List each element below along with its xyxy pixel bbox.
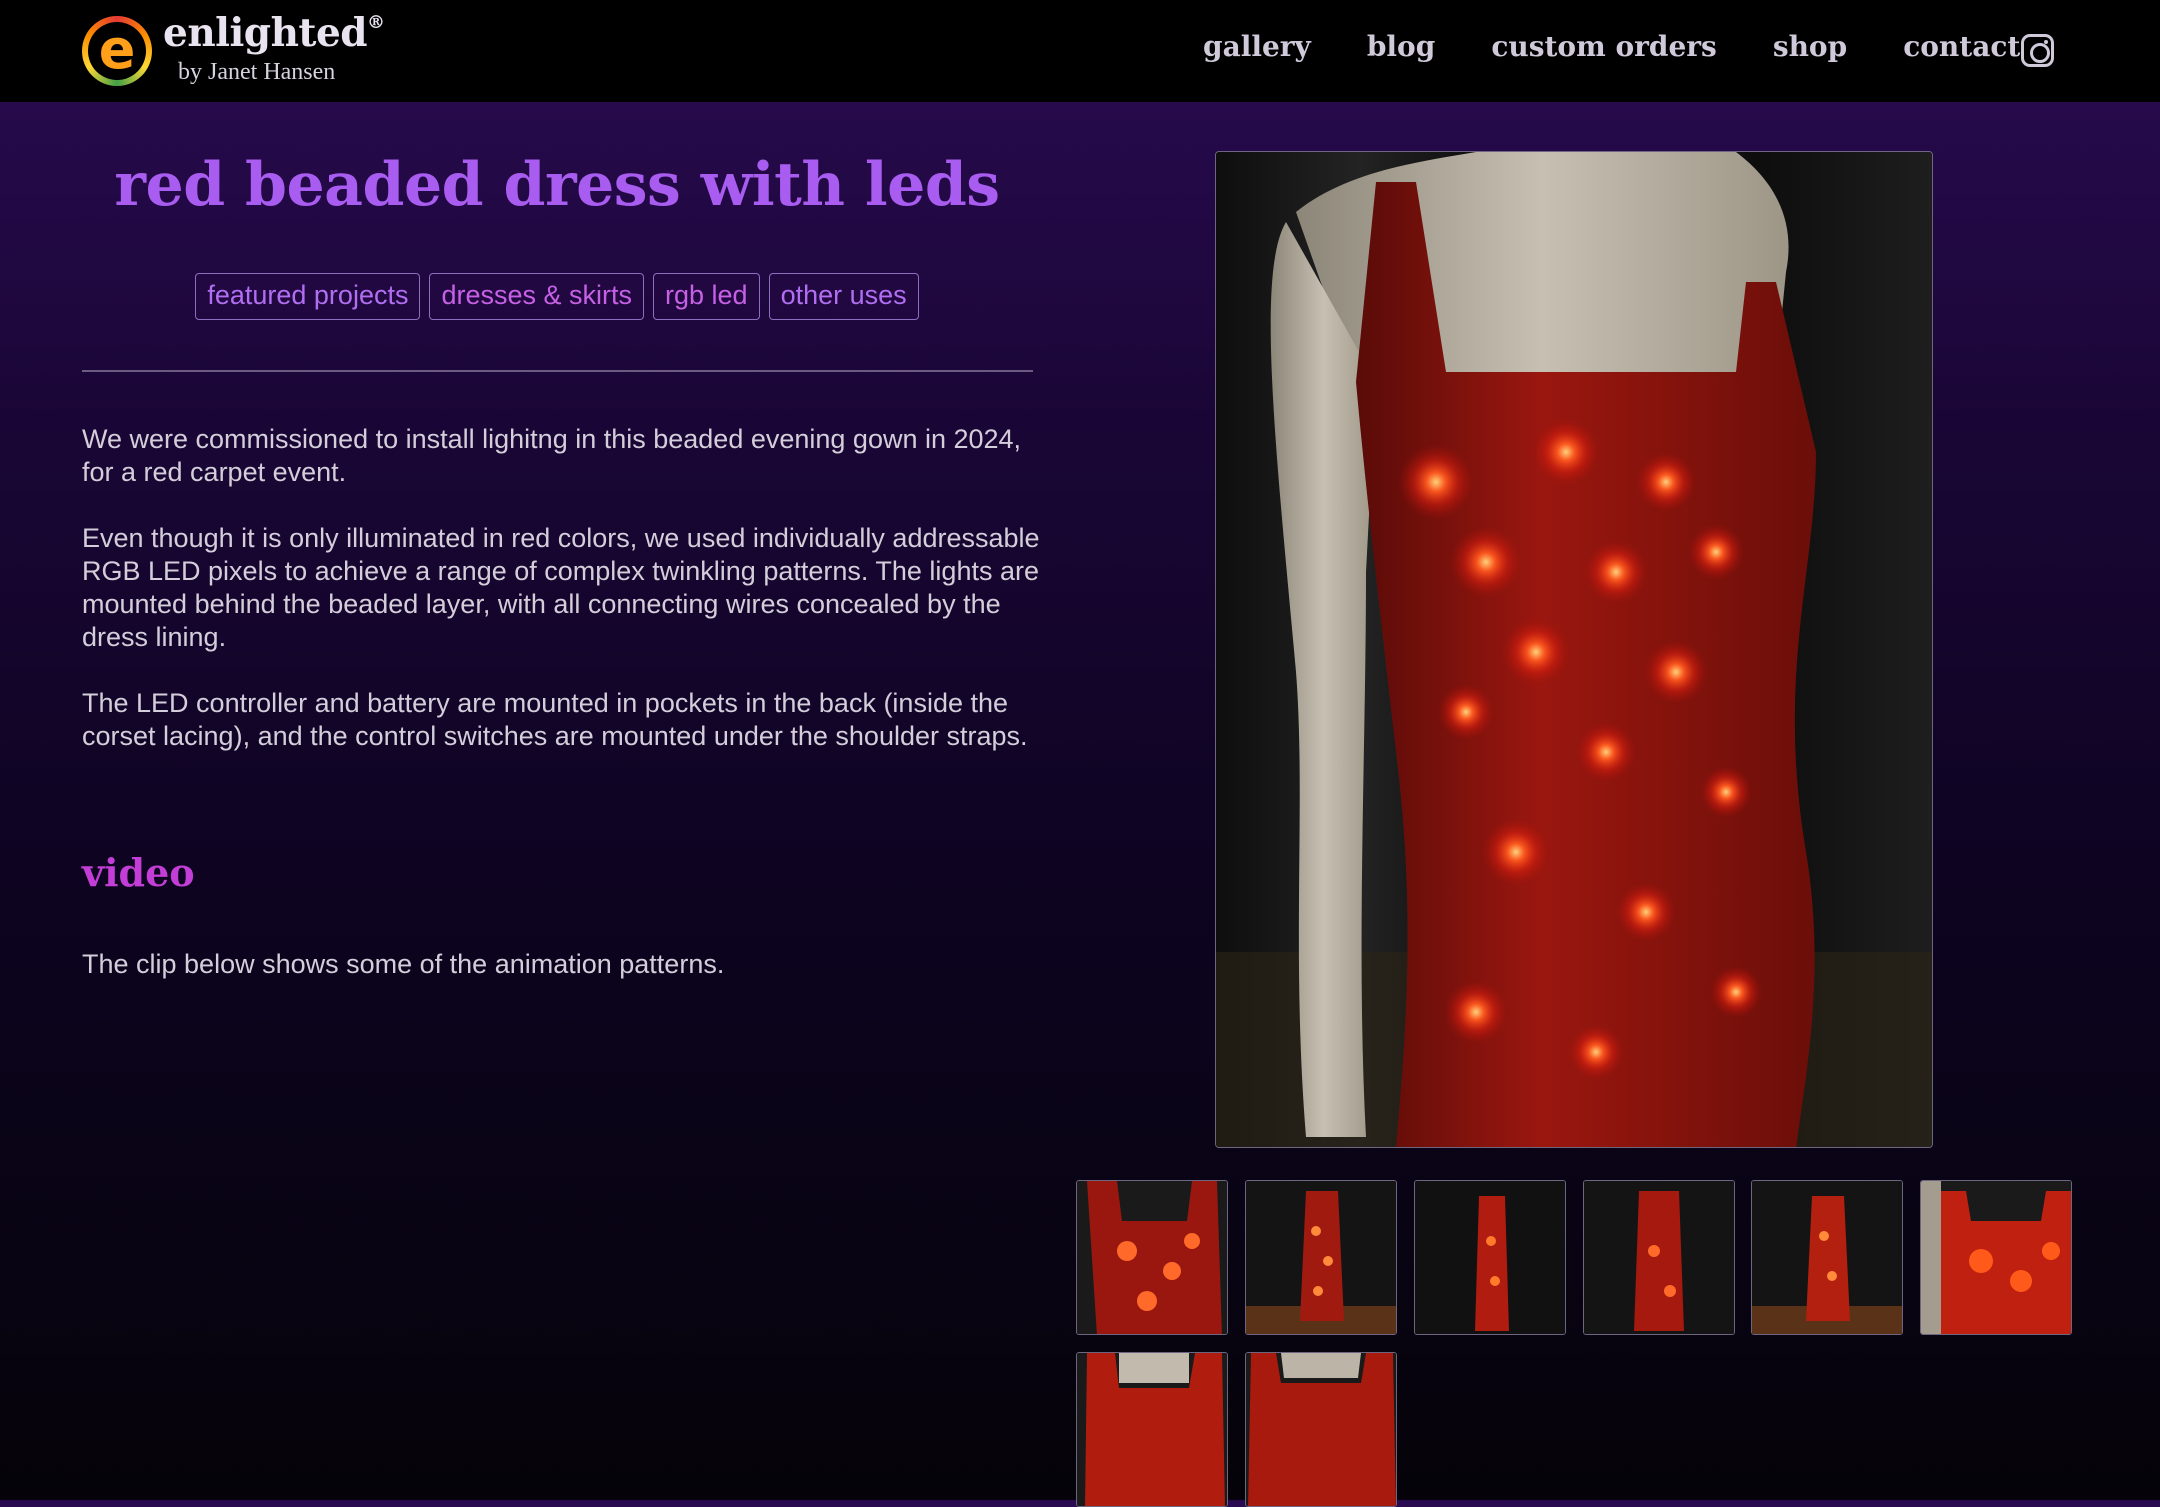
nav-gallery[interactable]: gallery <box>1203 30 1311 63</box>
tag-dresses-skirts[interactable]: dresses & skirts <box>429 273 645 320</box>
logo-letter: e <box>98 18 136 81</box>
registered-mark: ® <box>367 12 385 33</box>
description-paragraph-2: Even though it is only illuminated in re… <box>82 523 1040 652</box>
thumbnail[interactable] <box>1245 1352 1397 1507</box>
main-photo[interactable] <box>1215 151 1933 1148</box>
dress-thumb-3 <box>1415 1181 1565 1334</box>
nav-contact[interactable]: contact <box>1903 30 2020 63</box>
brand-text: enlighted <box>163 10 368 56</box>
site-header: e enlighted® by Janet Hansen gallery blo… <box>0 0 2160 102</box>
thumbnail[interactable] <box>1245 1180 1397 1335</box>
tag-list: featured projects dresses & skirts rgb l… <box>82 273 1032 320</box>
instagram-icon[interactable] <box>2021 34 2054 67</box>
thumbnail[interactable] <box>1414 1180 1566 1335</box>
description-paragraph-1: We were commissioned to install lighitng… <box>82 424 1022 487</box>
logo-icon[interactable]: e <box>82 16 152 86</box>
video-caption: The clip below shows some of the animati… <box>82 949 725 979</box>
main-nav: gallery blog custom orders shop contact <box>1203 30 2064 63</box>
brand-byline: by Janet Hansen <box>178 59 336 85</box>
description: We were commissioned to install lighitng… <box>82 423 1042 786</box>
dress-thumb-5 <box>1752 1181 1902 1334</box>
thumbnail[interactable] <box>1076 1180 1228 1335</box>
tag-other-uses[interactable]: other uses <box>768 273 919 320</box>
tag-featured-projects[interactable]: featured projects <box>195 273 421 320</box>
dress-thumb-7 <box>1077 1353 1227 1506</box>
divider <box>82 370 1033 372</box>
thumbnail[interactable] <box>1076 1352 1228 1507</box>
description-paragraph-3: The LED controller and battery are mount… <box>82 688 1028 751</box>
nav-custom-orders[interactable]: custom orders <box>1491 30 1717 63</box>
thumbnail[interactable] <box>1583 1180 1735 1335</box>
brand-name[interactable]: enlighted® <box>163 10 385 56</box>
dress-thumb-4 <box>1584 1181 1734 1334</box>
video-heading: video <box>82 850 195 895</box>
dress-thumb-8 <box>1246 1353 1396 1506</box>
dress-thumb-6 <box>1921 1181 2071 1334</box>
dress-thumb-2 <box>1246 1181 1396 1334</box>
tag-rgb-led[interactable]: rgb led <box>653 273 760 320</box>
dress-illustration <box>1216 152 1932 1147</box>
thumbnail[interactable] <box>1751 1180 1903 1335</box>
thumbnail[interactable] <box>1920 1180 2072 1335</box>
page-title: red beaded dress with leds <box>114 150 1000 220</box>
nav-shop[interactable]: shop <box>1773 30 1847 63</box>
nav-blog[interactable]: blog <box>1367 30 1435 63</box>
dress-thumb-1 <box>1077 1181 1227 1334</box>
